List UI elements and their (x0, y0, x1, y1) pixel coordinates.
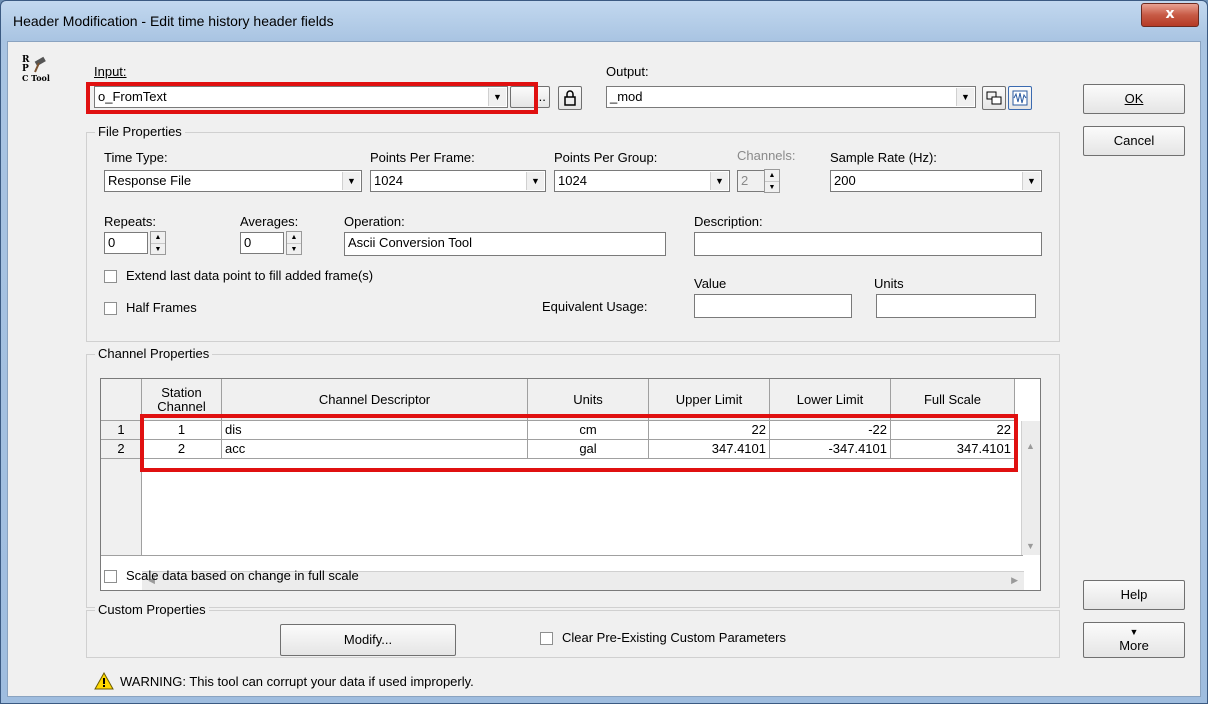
column-header-lower-limit-label: Lower Limit (796, 391, 864, 407)
close-button[interactable]: x (1141, 3, 1199, 27)
warning-text: WARNING: This tool can corrupt your data… (120, 674, 474, 689)
row-header-1[interactable]: 1 (101, 421, 142, 440)
units-label: Units (874, 276, 904, 291)
equivalent-value-field[interactable] (694, 294, 852, 318)
row-header-2[interactable]: 2 (101, 440, 142, 459)
lock-icon (564, 90, 576, 106)
points-per-frame-combo[interactable]: 1024 ▼ (370, 170, 546, 192)
points-per-group-combo[interactable]: 1024 ▼ (554, 170, 730, 192)
lock-button[interactable] (558, 86, 582, 110)
averages-spinner[interactable]: ▲ ▼ (286, 231, 302, 255)
input-label: Input: (94, 64, 127, 79)
waveform-icon (1012, 90, 1028, 106)
output-waveform-button[interactable] (1008, 86, 1032, 110)
output-value: _mod (610, 89, 643, 104)
operation-value: Ascii Conversion Tool (348, 235, 473, 250)
title-bar[interactable]: Header Modification - Edit time history … (1, 1, 1207, 41)
logo-line-c: C Tool (22, 73, 50, 83)
time-type-combo[interactable]: Response File ▼ (104, 170, 362, 192)
output-label: Output: (606, 64, 649, 79)
time-type-value: Response File (108, 173, 192, 188)
ok-label: OK (1124, 91, 1144, 106)
scroll-down-icon[interactable]: ▼ (1026, 541, 1035, 551)
chevron-down-icon[interactable]: ▼ (710, 172, 728, 190)
averages-value: 0 (244, 235, 252, 250)
rpc-tool-logo: R P C Tool (18, 56, 58, 96)
averages-label: Averages: (240, 214, 299, 229)
description-field[interactable] (694, 232, 1042, 256)
clear-custom-checkbox[interactable] (540, 632, 553, 645)
repeats-value: 0 (108, 235, 116, 250)
warning-icon (94, 672, 114, 690)
extend-label: Extend last data point to fill added fra… (126, 268, 374, 283)
output-combo[interactable]: _mod ▼ (606, 86, 976, 108)
more-button[interactable]: ▼ More (1083, 622, 1185, 658)
scale-data-checkbox[interactable] (104, 570, 117, 583)
dialog-client: R P C Tool Input: o_FromText ▼ ... Outpu… (7, 41, 1201, 697)
points-per-frame-label: Points Per Frame: (370, 150, 475, 165)
extend-checkbox[interactable] (104, 270, 117, 283)
copy-windows-icon (986, 91, 1002, 105)
half-frames-label: Half Frames (126, 300, 197, 315)
modify-button[interactable]: Modify... (280, 624, 456, 656)
chevron-down-icon[interactable]: ▼ (526, 172, 544, 190)
sample-rate-label: Sample Rate (Hz): (830, 150, 937, 165)
value-label: Value (694, 276, 727, 291)
ok-button[interactable]: OK (1083, 84, 1185, 114)
column-header-channel-descriptor-label: Channel Descriptor (318, 391, 431, 407)
description-label: Description: (694, 214, 763, 229)
channels-label: Channels: (737, 148, 796, 163)
averages-field[interactable]: 0 (240, 232, 284, 254)
channel-properties-title: Channel Properties (95, 346, 213, 361)
points-per-frame-value: 1024 (374, 173, 403, 188)
column-header-units-label: Units (573, 391, 603, 407)
points-per-group-value: 1024 (558, 173, 587, 188)
operation-label: Operation: (344, 214, 405, 229)
channel-grid[interactable]: Station Channel Channel Descriptor Units… (100, 378, 1041, 591)
sample-rate-combo[interactable]: 200 ▼ (830, 170, 1042, 192)
repeats-label: Repeats: (104, 214, 157, 229)
cancel-button[interactable]: Cancel (1083, 126, 1185, 156)
grid-corner (101, 379, 142, 421)
column-header-upper-limit-label: Upper Limit (675, 391, 743, 407)
row-header-strip (101, 459, 142, 555)
output-copy-button[interactable] (982, 86, 1006, 110)
custom-properties-title: Custom Properties (95, 602, 209, 617)
grid-bottom-line (101, 555, 1023, 556)
input-highlight-box (86, 82, 538, 114)
scroll-up-icon[interactable]: ▲ (1026, 441, 1035, 451)
cancel-label: Cancel (1113, 133, 1155, 148)
repeats-field[interactable]: 0 (104, 232, 148, 254)
equivalent-units-field[interactable] (876, 294, 1036, 318)
more-label: More (1119, 638, 1149, 653)
points-per-group-label: Points Per Group: (554, 150, 658, 165)
modify-label: Modify... (343, 632, 393, 647)
channels-field: 2 (737, 170, 765, 192)
grid-highlight-box (140, 414, 1018, 472)
operation-field[interactable]: Ascii Conversion Tool (344, 232, 666, 256)
column-header-full-scale-label: Full Scale (923, 391, 982, 407)
channels-spinner: ▲ ▼ (764, 169, 780, 193)
sample-rate-value: 200 (834, 173, 856, 188)
hammer-icon (34, 56, 46, 73)
equivalent-usage-label: Equivalent Usage: (542, 299, 648, 314)
chevron-down-icon[interactable]: ▼ (1022, 172, 1040, 190)
column-header-station-channel-label: Station Channel (157, 384, 206, 414)
dialog-window: Header Modification - Edit time history … (0, 0, 1208, 704)
scale-data-label: Scale data based on change in full scale (126, 568, 359, 583)
window-title: Header Modification - Edit time history … (13, 13, 334, 29)
clear-custom-label: Clear Pre-Existing Custom Parameters (562, 630, 786, 645)
scroll-right-icon[interactable]: ▶ (1011, 575, 1018, 586)
file-properties-title: File Properties (95, 124, 185, 139)
time-type-label: Time Type: (104, 150, 168, 165)
chevron-down-icon[interactable]: ▼ (342, 172, 360, 190)
chevron-down-icon[interactable]: ▼ (956, 88, 974, 106)
grid-vertical-scrollbar[interactable]: ▲ ▼ (1021, 421, 1040, 555)
repeats-spinner[interactable]: ▲ ▼ (150, 231, 166, 255)
channels-value: 2 (741, 173, 749, 188)
half-frames-checkbox[interactable] (104, 302, 117, 315)
help-label: Help (1120, 587, 1148, 602)
help-button[interactable]: Help (1083, 580, 1185, 610)
